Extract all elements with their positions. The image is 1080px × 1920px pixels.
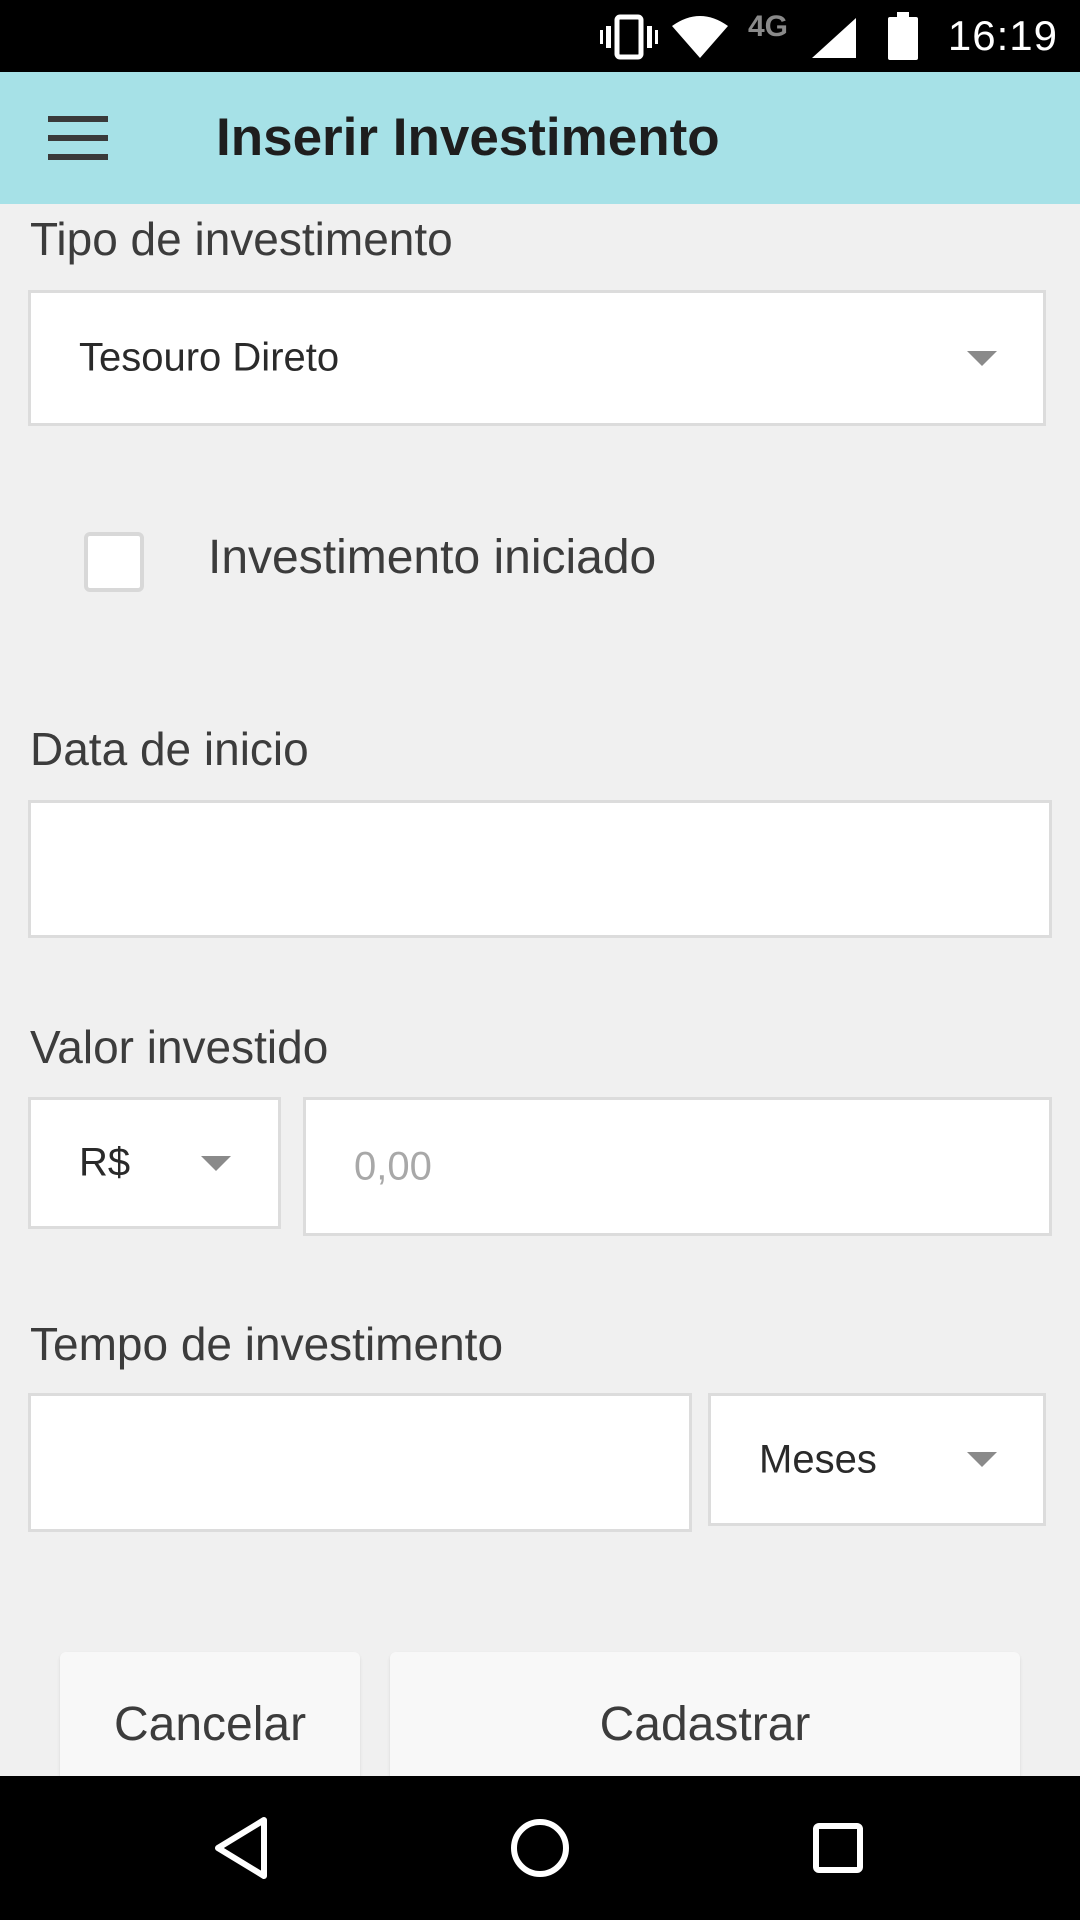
clock: 16:19 [947, 12, 1058, 59]
app-bar: Inserir Investimento [0, 72, 1080, 204]
back-icon[interactable] [210, 1812, 274, 1884]
investimento-iniciado-checkbox[interactable] [84, 532, 144, 592]
page-title: Inserir Investimento [216, 108, 720, 167]
currency-select[interactable]: R$ [28, 1097, 281, 1229]
cancel-button[interactable]: Cancelar [60, 1652, 360, 1792]
cancel-button-label: Cancelar [113, 1697, 307, 1751]
tempo-investimento-input[interactable] [28, 1393, 692, 1532]
tempo-investimento-label: Tempo de investimento [30, 1318, 504, 1370]
tipo-investimento-label: Tipo de investimento [30, 213, 453, 265]
hamburger-menu-icon[interactable] [30, 102, 126, 174]
battery-icon [888, 12, 918, 60]
home-icon[interactable] [508, 1812, 572, 1884]
navigation-bar [0, 1776, 1080, 1920]
wifi-icon [672, 16, 728, 58]
submit-button[interactable]: Cadastrar [390, 1652, 1020, 1792]
network-type-label: 4G [748, 10, 789, 43]
tempo-unit-select[interactable]: Meses [708, 1393, 1046, 1526]
tipo-investimento-value: Tesouro Direto [79, 335, 340, 380]
investimento-iniciado-label[interactable]: Investimento iniciado [208, 530, 656, 585]
data-inicio-input[interactable] [28, 800, 1052, 938]
vibrate-icon [600, 14, 658, 60]
data-inicio-label: Data de inicio [30, 723, 309, 775]
signal-icon [812, 18, 856, 58]
submit-button-label: Cadastrar [599, 1697, 811, 1751]
recents-icon[interactable] [806, 1812, 870, 1884]
valor-investido-placeholder: 0,00 [354, 1144, 432, 1188]
valor-investido-label: Valor investido [30, 1021, 329, 1073]
chevron-down-icon [967, 1452, 997, 1467]
valor-investido-input[interactable]: 0,00 [303, 1097, 1052, 1236]
tempo-unit-value: Meses [759, 1437, 877, 1481]
chevron-down-icon [201, 1156, 231, 1171]
currency-value: R$ [79, 1140, 131, 1185]
chevron-down-icon [967, 351, 997, 366]
status-bar: 4G 16:19 [0, 0, 1080, 72]
tipo-investimento-select[interactable]: Tesouro Direto [28, 290, 1046, 426]
